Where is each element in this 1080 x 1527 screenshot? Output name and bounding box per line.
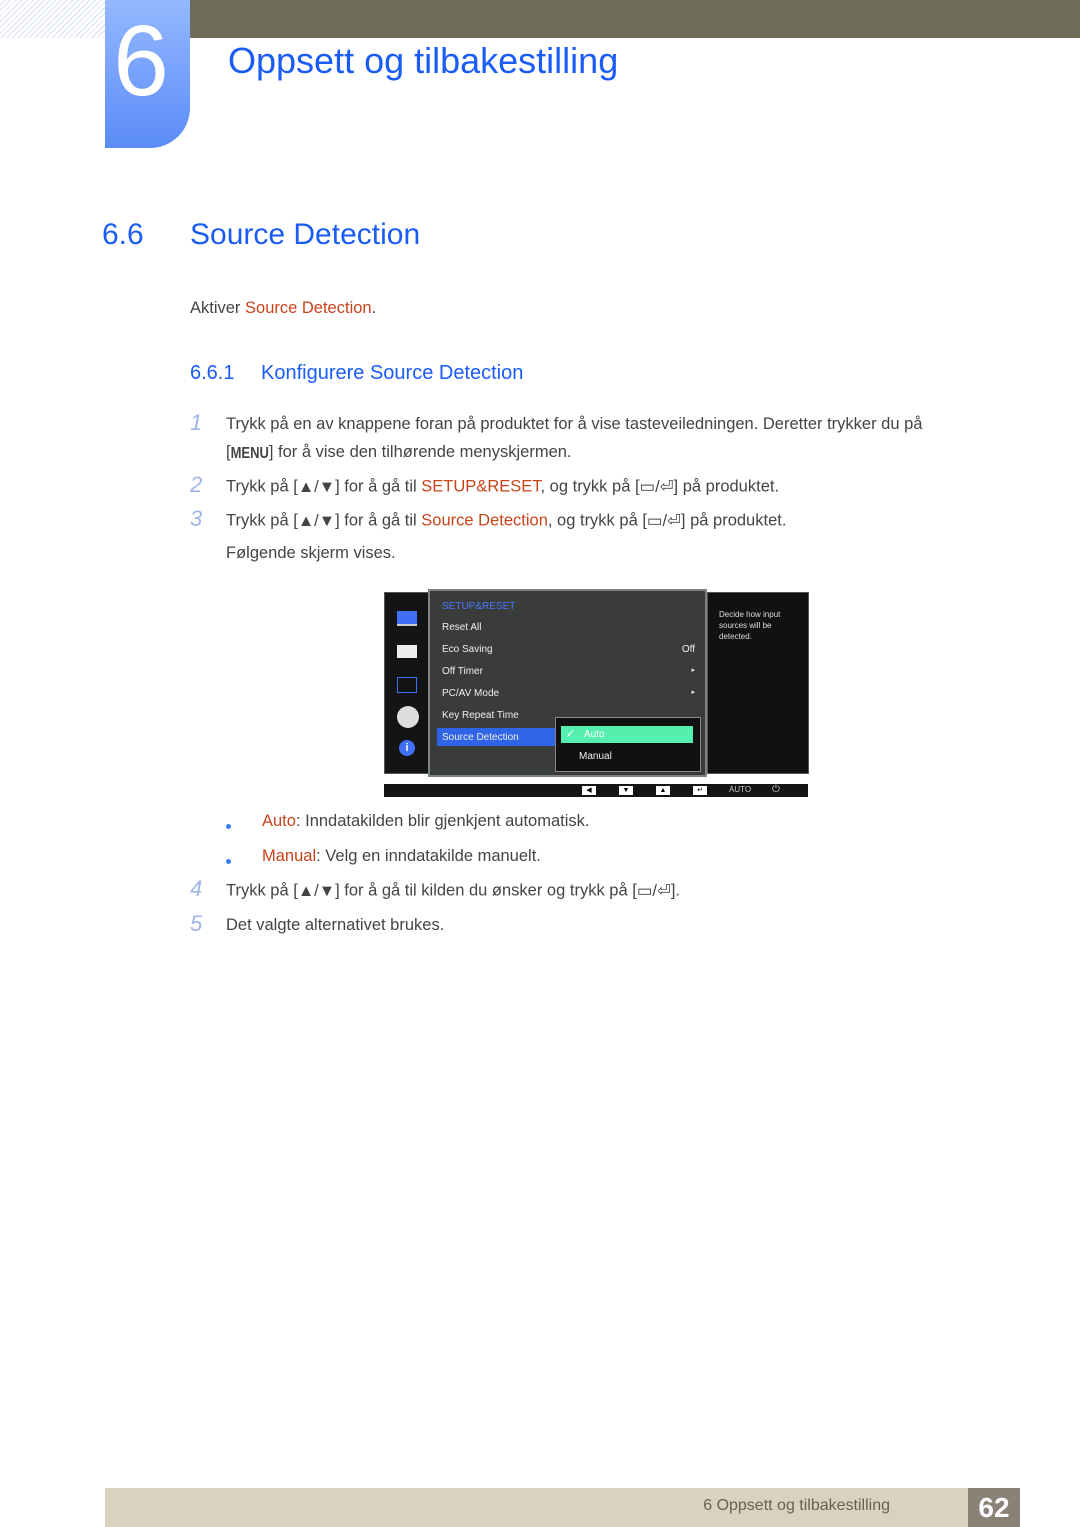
subsection-number: 6.6.1	[190, 362, 235, 384]
step-text: Trykk på [▲/▼] for å gå til kilden du øn…	[226, 881, 680, 900]
enter-button-icon[interactable]: ↵	[693, 786, 707, 795]
section-number: 6.6	[102, 218, 144, 251]
header-bar	[190, 0, 1080, 38]
chapter-badge: 6	[105, 0, 190, 148]
check-icon: ✓	[566, 728, 576, 740]
page-number: 62	[968, 1488, 1020, 1527]
intro-text: Aktiver Source Detection.	[190, 299, 377, 317]
step-number: 3	[190, 506, 203, 531]
size-position-icon	[397, 677, 417, 693]
step-number: 5	[190, 911, 203, 936]
up-down-arrows-icon: ▲/▼	[297, 477, 336, 496]
auto-button[interactable]: AUTO	[729, 785, 751, 794]
step-text: Det valgte alternativet brukes.	[226, 916, 445, 934]
option-auto: Auto: Inndatakilden blir gjenkjent autom…	[262, 812, 590, 830]
step-text: Trykk på [▲/▼] for å gå til Source Detec…	[226, 511, 787, 530]
option-manual: Manual: Velg en inndatakilde manuelt.	[262, 847, 541, 865]
osd-item-pc-av-mode[interactable]: PC/AV Mode	[442, 688, 499, 699]
osd-button-bar: ◀ ▼ ▲ ↵ AUTO ⏻	[384, 784, 808, 797]
osd-option-auto[interactable]: ✓ Auto	[561, 726, 693, 743]
menu-key: MENU	[230, 443, 269, 462]
osd-submenu: ✓ Auto Manual	[555, 717, 701, 772]
footer-chapter: 6 Oppsett og tilbakestilling	[703, 1497, 890, 1514]
footer: 6 Oppsett og tilbakestilling	[105, 1488, 1020, 1527]
osd-menu-title: SETUP&RESET	[442, 601, 516, 612]
source-enter-icon: ▭/⏎	[646, 512, 681, 530]
osd-item-value: Off	[681, 644, 695, 655]
up-down-arrows-icon: ▲/▼	[297, 881, 336, 900]
step-text: [MENU] for å vise den tilhørende menyskj…	[226, 443, 572, 462]
chapter-number: 6	[113, 5, 169, 117]
step-number: 4	[190, 876, 203, 901]
color-icon	[397, 645, 417, 658]
up-button-icon[interactable]: ▲	[656, 786, 670, 795]
arrow-right-icon: ▸	[691, 667, 695, 674]
osd-help-text: Decide how input sources will be detecte…	[719, 610, 781, 641]
step-number: 1	[190, 410, 203, 435]
osd-option-manual[interactable]: Manual	[579, 751, 612, 762]
osd-help-panel: Decide how input sources will be detecte…	[707, 592, 809, 774]
section-title: Source Detection	[190, 218, 421, 251]
osd-item-key-repeat-time[interactable]: Key Repeat Time	[442, 710, 519, 721]
subsection-title: Konfigurere Source Detection	[261, 362, 524, 384]
arrow-right-icon: ▸	[691, 689, 695, 696]
bullet-icon	[226, 824, 231, 829]
info-icon: i	[399, 740, 415, 756]
left-button-icon[interactable]: ◀	[582, 786, 596, 795]
power-icon[interactable]: ⏻	[772, 784, 780, 795]
source-enter-icon: ▭/⏎	[639, 478, 674, 496]
step-text: Trykk på en av knappene foran på produkt…	[226, 415, 923, 433]
bullet-icon	[226, 859, 231, 864]
osd-icon-column: i	[384, 592, 430, 774]
picture-icon	[397, 611, 417, 626]
source-enter-icon: ▭/⏎	[636, 882, 671, 900]
osd-item-reset-all[interactable]: Reset All	[442, 622, 481, 633]
osd-item-off-timer[interactable]: Off Timer	[442, 666, 483, 677]
up-down-arrows-icon: ▲/▼	[297, 511, 336, 530]
step-text: Trykk på [▲/▼] for å gå til SETUP&RESET,…	[226, 477, 780, 496]
gear-icon	[397, 706, 419, 728]
down-button-icon[interactable]: ▼	[619, 786, 633, 795]
chapter-title: Oppsett og tilbakestilling	[228, 40, 619, 81]
osd-item-eco-saving[interactable]: Eco Saving	[442, 644, 493, 655]
header-hatch	[0, 0, 105, 38]
step-number: 2	[190, 472, 203, 497]
step-text: Følgende skjerm vises.	[226, 544, 396, 562]
osd-item-source-detection[interactable]: Source Detection	[442, 732, 519, 743]
